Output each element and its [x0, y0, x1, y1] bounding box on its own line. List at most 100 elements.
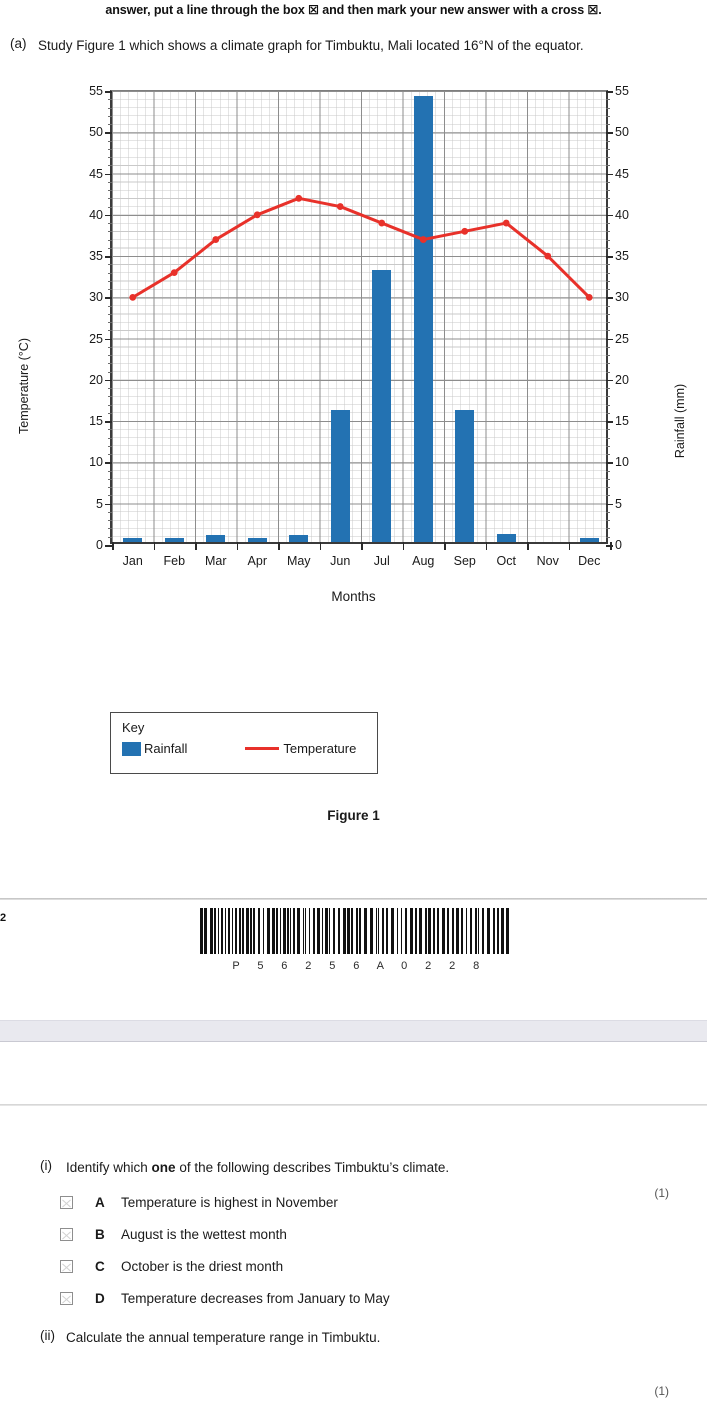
x-axis-title: Months	[331, 589, 376, 604]
struck-box-icon: ☒	[308, 3, 319, 17]
axis-tick-label-right: 0	[615, 538, 622, 552]
temperature-line-series	[129, 194, 593, 301]
barcode: P 5 6 2 5 6 A 0 2 2 8	[196, 908, 516, 972]
instruction-text-mid: and then mark your new answer with a cro…	[322, 3, 585, 17]
month-label-apr: Apr	[247, 554, 267, 568]
axis-tick-label-left: 50	[89, 125, 103, 140]
answer-option-b[interactable]: B August is the wettest month	[0, 1227, 707, 1242]
question-i-text-a: Identify which	[66, 1160, 152, 1175]
temperature-data-point	[170, 269, 178, 276]
x-axis-tick	[527, 542, 529, 550]
option-text: August is the wettest month	[121, 1227, 287, 1242]
axis-tick-label-left: 40	[89, 207, 103, 222]
x-axis-tick	[319, 542, 321, 550]
axis-tick-left	[105, 297, 112, 299]
key-label-rainfall: Rainfall	[144, 741, 188, 756]
axis-tick-left	[105, 379, 112, 382]
option-checkbox-c[interactable]	[60, 1260, 73, 1273]
axis-tick-label-left: 10	[89, 455, 103, 470]
plot-area: 0 5 10 15 20 25 30 35 40 45 50 55 0 5 10 15 20 25 30 35 40 4…	[89, 84, 629, 568]
answer-option-a[interactable]: A Temperature is highest in November	[0, 1195, 707, 1210]
month-label-sep: Sep	[453, 554, 476, 568]
axis-tick-label-left: 30	[89, 290, 103, 305]
x-axis-tick	[402, 542, 404, 550]
rainfall-swatch-icon	[122, 741, 141, 756]
temperature-data-point	[502, 219, 510, 227]
question-i-emphasis: one	[151, 1160, 176, 1175]
x-axis-tick	[278, 542, 280, 550]
temperature-data-point	[253, 211, 261, 219]
month-label-mar: Mar	[204, 554, 227, 568]
x-axis-tick	[153, 542, 155, 550]
axis-tick-label-right: 40	[615, 207, 629, 222]
option-letter: C	[95, 1259, 105, 1274]
axis-tick-label-right: 55	[615, 84, 629, 98]
option-checkbox-d[interactable]	[60, 1292, 73, 1305]
question-ii-marks: (1)	[654, 1384, 669, 1398]
axis-tick-label-right: 30	[615, 290, 629, 305]
option-checkbox-a[interactable]	[60, 1196, 73, 1209]
answer-option-d[interactable]: D Temperature decreases from January to M…	[0, 1291, 707, 1306]
temperature-data-point	[212, 236, 220, 243]
x-axis-tick	[195, 542, 197, 550]
x-axis-tick	[485, 542, 487, 550]
axis-tick-label-left: 35	[89, 249, 103, 264]
option-checkbox-b[interactable]	[60, 1228, 73, 1241]
axis-tick-left	[105, 173, 112, 176]
answer-option-c[interactable]: C October is the driest month	[0, 1259, 707, 1274]
temperature-data-point	[378, 219, 386, 227]
axis-tick-left	[105, 256, 112, 258]
axis-tick-left	[105, 462, 112, 464]
temperature-data-point	[129, 293, 137, 301]
question-i-number: (i)	[40, 1158, 52, 1173]
x-axis-tick	[444, 542, 446, 550]
question-i-text: Identify which one of the following desc…	[66, 1158, 449, 1178]
month-label-jan: Jan	[122, 554, 143, 568]
question-i: (i) Identify which one of the following …	[0, 1158, 707, 1178]
axis-tick-label-right: 5	[615, 496, 622, 511]
axis-tick-label-right: 15	[615, 414, 629, 429]
part-a-stem: (a) Study Figure 1 which shows a climate…	[10, 36, 670, 56]
option-text: October is the driest month	[121, 1259, 284, 1274]
axis-tick-label-left: 45	[89, 166, 103, 181]
question-ii-text: Calculate the annual temperature range i…	[66, 1330, 381, 1345]
month-label-jul: Jul	[373, 554, 390, 568]
part-a-text: Study Figure 1 which shows a climate gra…	[38, 38, 584, 53]
month-label-may: May	[286, 554, 311, 568]
axis-tick-left	[105, 545, 112, 547]
axis-tick-left	[105, 421, 112, 423]
axis-tick-label-right: 45	[615, 166, 629, 181]
x-axis-tick	[236, 542, 238, 550]
page-number: 2	[0, 912, 7, 924]
axis-tick-left	[105, 503, 112, 506]
x-axis-tick	[610, 542, 612, 550]
axis-tick-left	[105, 91, 112, 93]
axis-tick-left	[105, 132, 112, 134]
x-axis-tick	[361, 542, 363, 550]
axis-tick-label-right: 50	[615, 125, 629, 140]
month-label-dec: Dec	[578, 554, 601, 568]
figure-caption: Figure 1	[327, 808, 380, 823]
temperature-data-point	[295, 194, 303, 202]
questions-section: (i) Identify which one of the following …	[0, 1158, 707, 1398]
climate-graph-figure: Temperature (°C) Rainfall (mm) Months 0 5…	[0, 84, 707, 823]
instruction-text-suffix: .	[598, 3, 602, 17]
question-ii-number: (ii)	[40, 1328, 55, 1343]
axis-tick-label-right: 10	[615, 455, 629, 470]
month-label-aug: Aug	[412, 554, 435, 568]
month-label-jun: Jun	[330, 554, 351, 568]
temperature-data-point	[336, 203, 344, 210]
axis-tick-label-left: 0	[96, 538, 103, 552]
option-letter: B	[95, 1227, 105, 1242]
question-i-text-b: of the following describes Timbuktu’s cl…	[175, 1160, 450, 1175]
answer-options-list: A Temperature is highest in November B Augu…	[0, 1195, 707, 1306]
temperature-data-point	[419, 236, 427, 243]
y-axis-left-title: Temperature (°C)	[17, 338, 31, 434]
temperature-data-point	[461, 227, 469, 235]
x-axis-tick	[112, 542, 114, 550]
part-a-label: (a)	[10, 36, 27, 51]
month-label-nov: Nov	[536, 554, 559, 568]
question-i-marks: (1)	[654, 1186, 669, 1200]
axis-tick-left	[105, 338, 112, 341]
axis-tick-label-right: 35	[615, 249, 629, 264]
